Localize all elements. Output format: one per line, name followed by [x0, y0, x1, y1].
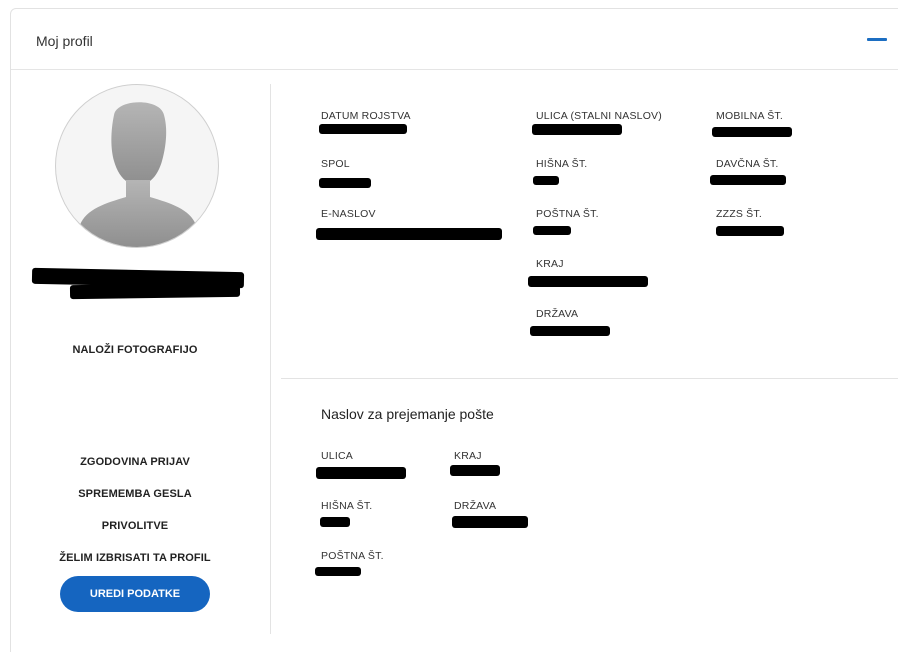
redacted-zzzs-number — [716, 226, 784, 236]
redacted-postal-number — [533, 226, 571, 235]
redacted-mailing-house-number — [320, 517, 350, 527]
city-label: KRAJ — [536, 258, 564, 270]
minus-icon[interactable] — [867, 38, 887, 41]
delete-profile-link[interactable]: ŽELIM IZBRISATI TA PROFIL — [0, 552, 270, 564]
redacted-tax-number — [710, 175, 786, 185]
redacted-birth-date — [319, 124, 407, 134]
mailing-address-title: Naslov za prejemanje pošte — [321, 406, 494, 422]
mailing-country-label: DRŽAVA — [454, 500, 497, 512]
redacted-house-number — [533, 176, 559, 185]
house-number-label: HIŠNA ŠT. — [536, 158, 588, 170]
edit-data-button[interactable]: UREDI PODATKE — [60, 576, 210, 612]
redacted-email — [316, 228, 502, 240]
consents-link[interactable]: PRIVOLITVE — [0, 520, 270, 532]
email-label: E-NASLOV — [321, 208, 376, 220]
default-user-avatar-icon — [55, 84, 219, 248]
postal-number-label: POŠTNA ŠT. — [536, 208, 599, 220]
mailing-house-number-label: HIŠNA ŠT. — [321, 500, 373, 512]
redacted-gender — [319, 178, 371, 188]
redacted-city — [528, 276, 648, 287]
redacted-street — [532, 124, 622, 135]
card-header[interactable]: Moj profil — [11, 9, 898, 70]
mailing-street-label: ULICA — [321, 450, 353, 462]
redacted-user-name-part — [69, 282, 241, 300]
mailing-city-label: KRAJ — [454, 450, 482, 462]
redacted-country — [530, 326, 610, 336]
vertical-divider — [270, 84, 271, 634]
street-label: ULICA (STALNI NASLOV) — [536, 110, 662, 122]
redacted-mobile — [712, 127, 792, 137]
profile-sidebar: NALOŽI FOTOGRAFIJO ZGODOVINA PRIJAV SPRE… — [0, 62, 270, 642]
redacted-mailing-city — [450, 465, 500, 476]
mobile-label: MOBILNA ŠT. — [716, 110, 783, 122]
country-label: DRŽAVA — [536, 308, 579, 320]
redacted-mailing-country — [452, 516, 528, 528]
redacted-mailing-street — [316, 467, 406, 479]
mailing-postal-number-label: POŠTNA ŠT. — [321, 550, 384, 562]
tax-number-label: DAVČNA ŠT. — [716, 158, 779, 170]
gender-label: SPOL — [321, 158, 350, 170]
zzzs-number-label: ZZZS ŠT. — [716, 208, 762, 220]
change-password-link[interactable]: SPREMEMBA GESLA — [0, 488, 270, 500]
redacted-mailing-postal-number — [315, 567, 361, 576]
birth-date-label: DATUM ROJSTVA — [321, 110, 411, 122]
login-history-link[interactable]: ZGODOVINA PRIJAV — [0, 456, 270, 468]
card-title: Moj profil — [36, 33, 93, 49]
horizontal-divider — [281, 378, 898, 379]
upload-photo-link[interactable]: NALOŽI FOTOGRAFIJO — [0, 344, 270, 356]
